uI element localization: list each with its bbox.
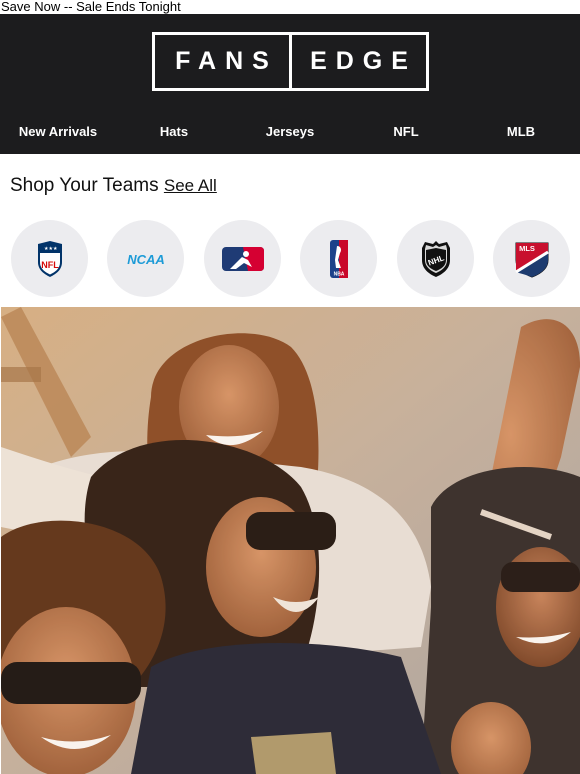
nav-new-arrivals[interactable]: New Arrivals — [19, 122, 97, 142]
league-mlb[interactable] — [204, 220, 281, 297]
mls-logo-text: MLS — [519, 244, 535, 253]
header: FANS EDGE New Arrivals Hats Jerseys NFL … — [0, 14, 580, 154]
svg-text:★★★: ★★★ — [44, 246, 58, 252]
nfl-logo-text: NFL — [41, 260, 59, 270]
see-all-link[interactable]: See All — [164, 176, 217, 195]
ncaa-logo-text: NCAA — [127, 252, 165, 267]
league-nfl[interactable]: NFL ★★★ — [11, 220, 88, 297]
nav-jerseys[interactable]: Jerseys — [266, 122, 314, 142]
logo-right: EDGE — [310, 47, 417, 75]
league-mls[interactable]: MLS — [493, 220, 570, 297]
mlb-logo-icon — [221, 246, 264, 271]
shop-teams-heading: Shop Your Teams See All — [10, 174, 217, 198]
league-nhl[interactable]: NHL — [397, 220, 474, 297]
nav-nfl[interactable]: NFL — [393, 122, 418, 142]
fansedge-logo[interactable]: FANS EDGE — [152, 32, 429, 91]
mls-logo-icon: MLS — [514, 242, 549, 278]
nba-logo-text: NBA — [333, 271, 344, 277]
nba-logo-icon: NBA — [329, 239, 348, 278]
logo-left: FANS — [175, 47, 278, 75]
nav-hats[interactable]: Hats — [160, 122, 188, 142]
nfl-logo-icon: NFL ★★★ — [37, 240, 62, 277]
league-links: NFL ★★★ NCAA NBA NHL MLS — [0, 220, 580, 297]
preheader-text: Save Now -- Sale Ends Tonight — [1, 0, 181, 14]
nav-mlb[interactable]: MLB — [507, 122, 535, 142]
league-ncaa[interactable]: NCAA — [107, 220, 184, 297]
hero-photo-fans — [1, 307, 580, 774]
main-nav: New Arrivals Hats Jerseys NFL MLB — [0, 122, 580, 142]
ncaa-logo-icon: NCAA — [127, 252, 165, 267]
shop-title: Shop Your Teams — [10, 175, 159, 196]
nhl-logo-icon: NHL — [421, 240, 450, 277]
league-nba[interactable]: NBA — [300, 220, 377, 297]
hero-image[interactable] — [1, 307, 580, 774]
